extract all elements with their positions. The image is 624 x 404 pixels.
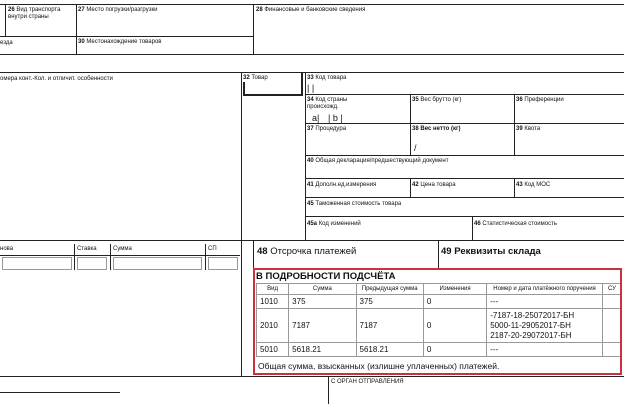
divider: [241, 72, 242, 240]
field-36: 36 Преференции: [516, 97, 564, 103]
divider: [305, 155, 624, 156]
field-34-sub-a: a|: [312, 113, 320, 123]
divider: [110, 244, 111, 270]
form-top-border: [0, 4, 624, 5]
tax-col-header: Ставка: [77, 246, 97, 252]
highlight-frame: [253, 268, 622, 375]
divider: [305, 94, 624, 95]
divider: [305, 216, 624, 217]
tax-col-header: нова: [0, 246, 14, 252]
field-32-marker: [243, 82, 303, 96]
divider: [514, 178, 515, 197]
field-34: 34 Код страны происхожд.: [307, 97, 348, 110]
divider: [305, 197, 624, 198]
divider: [0, 240, 624, 241]
divider: [0, 376, 624, 377]
field-40: 40 Общая декларация/предшествующий докум…: [307, 158, 449, 164]
field-33: 33 Код товара: [307, 75, 347, 81]
divider: [305, 72, 306, 240]
divider: [0, 36, 253, 37]
field-27: 27 Место погрузки/разгрузки: [78, 7, 158, 13]
field-45a: 45а Код изменений: [307, 221, 361, 227]
field-33-value: | |: [307, 83, 315, 93]
field-37: 37 Процедура: [307, 126, 347, 132]
divider: [305, 178, 624, 179]
divider: [253, 4, 254, 54]
tax-cell: [208, 257, 238, 270]
field-28: 28 Финансовые и банковские сведения: [256, 7, 366, 13]
divider: [438, 240, 439, 270]
tax-col-header: СП: [208, 246, 217, 252]
field-32-marker: [301, 72, 303, 96]
field-38-value: /: [414, 143, 417, 153]
field-34-sub-b: | b |: [328, 113, 343, 123]
field-48: 48 Отсрочка платежей: [257, 246, 357, 257]
divider: [514, 94, 515, 155]
field-41: 41 Дополн.ед.измерения: [307, 182, 377, 188]
tax-col-header: Сумма: [113, 246, 132, 252]
field-45: 45 Таможенная стоимость товара: [307, 201, 402, 207]
divider: [76, 4, 77, 54]
divider: [5, 4, 6, 36]
field-29: езда: [0, 40, 13, 46]
divider: [0, 54, 624, 55]
divider: [472, 216, 473, 240]
field-26: 26 Вид транспорта внутри страны: [8, 7, 61, 20]
divider: [0, 392, 120, 393]
field-31: омера конт.-Кол. и отличит. особенности: [0, 76, 113, 82]
field-39: 39 Квота: [516, 126, 541, 132]
field-35: 35 Вес брутто (кг): [412, 97, 462, 103]
divider: [74, 244, 75, 270]
divider: [410, 178, 411, 197]
divider: [328, 376, 329, 404]
tax-cell: [2, 257, 72, 270]
field-46: 46 Статистическая стоимость: [474, 221, 557, 227]
tax-cell: [113, 257, 202, 270]
field-32: 32 Товар: [243, 75, 268, 81]
tax-cell: [77, 257, 107, 270]
divider: [0, 255, 240, 256]
field-30: 30 Местонахождение товаров: [78, 39, 162, 45]
divider: [410, 94, 411, 155]
field-49: 49 Реквизиты склада: [441, 246, 541, 257]
divider: [241, 240, 242, 376]
divider: [0, 72, 624, 73]
field-43: 43 Код МОС: [516, 182, 551, 188]
field-c: С ОРГАН ОТПРАВЛЕНИЯ: [331, 379, 404, 385]
divider: [205, 244, 206, 270]
field-42: 42 Цена товара: [412, 182, 456, 188]
field-38: 38 Вес нетто (кг): [412, 126, 461, 132]
divider: [253, 240, 254, 270]
divider: [305, 123, 624, 124]
